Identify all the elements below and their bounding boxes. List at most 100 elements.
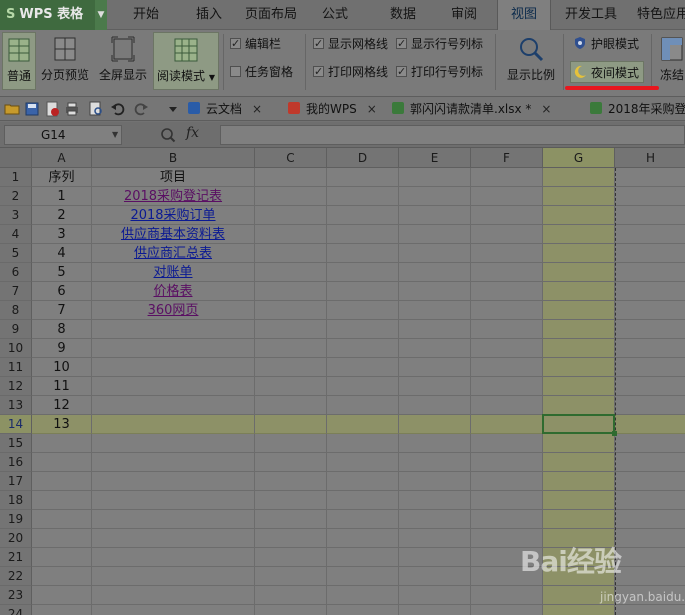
eye-care-button[interactable]: 护眼模式 [571, 33, 639, 55]
task-pane-checkbox[interactable]: 任务窗格 [230, 63, 293, 81]
row-header[interactable]: 21 [0, 548, 32, 567]
cell-D12[interactable] [327, 377, 399, 396]
cell-G19[interactable] [543, 510, 615, 529]
cell-C9[interactable] [255, 320, 327, 339]
app-menu-dropdown-icon[interactable]: ▼ [95, 0, 107, 30]
cell-A16[interactable] [32, 453, 92, 472]
document-tab[interactable]: 2018年采购登 [590, 97, 685, 121]
normal-view-button[interactable]: 普通 [2, 32, 36, 90]
cell-D2[interactable] [327, 187, 399, 206]
cell-H18[interactable] [615, 491, 685, 510]
cell-D24[interactable] [327, 605, 399, 615]
cell-B7[interactable]: 价格表 [92, 282, 255, 301]
save-icon[interactable] [24, 101, 40, 117]
cell-F14[interactable] [471, 415, 543, 434]
cell-H2[interactable] [615, 187, 685, 206]
cell-E12[interactable] [399, 377, 471, 396]
cell-E19[interactable] [399, 510, 471, 529]
cell-F13[interactable] [471, 396, 543, 415]
cell-H8[interactable] [615, 301, 685, 320]
cell-F7[interactable] [471, 282, 543, 301]
cell-H5[interactable] [615, 244, 685, 263]
cell-E11[interactable] [399, 358, 471, 377]
cell-F11[interactable] [471, 358, 543, 377]
cell-G6[interactable] [543, 263, 615, 282]
row-header[interactable]: 19 [0, 510, 32, 529]
cell-H6[interactable] [615, 263, 685, 282]
cell-A17[interactable] [32, 472, 92, 491]
cell-E20[interactable] [399, 529, 471, 548]
cell-E16[interactable] [399, 453, 471, 472]
cell-D14[interactable] [327, 415, 399, 434]
cell-B1[interactable]: 项目 [92, 168, 255, 187]
cell-E1[interactable] [399, 168, 471, 187]
cell-D22[interactable] [327, 567, 399, 586]
row-header[interactable]: 15 [0, 434, 32, 453]
cell-B20[interactable] [92, 529, 255, 548]
row-header[interactable]: 3 [0, 206, 32, 225]
cell-G5[interactable] [543, 244, 615, 263]
cell-G1[interactable] [543, 168, 615, 187]
cell-C1[interactable] [255, 168, 327, 187]
cell-B12[interactable] [92, 377, 255, 396]
cell-A1[interactable]: 序列 [32, 168, 92, 187]
menu-tab[interactable]: 视图 [497, 0, 551, 30]
cell-H17[interactable] [615, 472, 685, 491]
cell-E15[interactable] [399, 434, 471, 453]
cell-G2[interactable] [543, 187, 615, 206]
cell-C18[interactable] [255, 491, 327, 510]
cell-D23[interactable] [327, 586, 399, 605]
cell-A21[interactable] [32, 548, 92, 567]
cell-B16[interactable] [92, 453, 255, 472]
cell-F5[interactable] [471, 244, 543, 263]
cell-C12[interactable] [255, 377, 327, 396]
row-header[interactable]: 17 [0, 472, 32, 491]
name-box[interactable]: G14 [4, 125, 122, 145]
cell-H1[interactable] [615, 168, 685, 187]
row-header[interactable]: 2 [0, 187, 32, 206]
cell-G10[interactable] [543, 339, 615, 358]
cell-F3[interactable] [471, 206, 543, 225]
cell-E18[interactable] [399, 491, 471, 510]
document-tab[interactable]: 我的WPS × [288, 97, 377, 121]
close-tab-icon[interactable]: × [541, 102, 551, 116]
cell-A13[interactable]: 12 [32, 396, 92, 415]
cell-D1[interactable] [327, 168, 399, 187]
row-header[interactable]: 11 [0, 358, 32, 377]
cell-F6[interactable] [471, 263, 543, 282]
edit-bar-checkbox[interactable]: 编辑栏 [230, 35, 281, 53]
cell-B4[interactable]: 供应商基本资料表 [92, 225, 255, 244]
cell-B5[interactable]: 供应商汇总表 [92, 244, 255, 263]
cell-G12[interactable] [543, 377, 615, 396]
cell-D5[interactable] [327, 244, 399, 263]
cell-A2[interactable]: 1 [32, 187, 92, 206]
cell-C24[interactable] [255, 605, 327, 615]
cell-A5[interactable]: 4 [32, 244, 92, 263]
cell-B3[interactable]: 2018采购订单 [92, 206, 255, 225]
cell-H14[interactable] [615, 415, 685, 434]
cell-H10[interactable] [615, 339, 685, 358]
cell-A12[interactable]: 11 [32, 377, 92, 396]
close-tab-icon[interactable]: × [367, 102, 377, 116]
find-icon[interactable] [160, 127, 176, 143]
column-header[interactable]: F [471, 148, 543, 168]
cell-A3[interactable]: 2 [32, 206, 92, 225]
cell-H11[interactable] [615, 358, 685, 377]
cell-E22[interactable] [399, 567, 471, 586]
row-header[interactable]: 5 [0, 244, 32, 263]
cell-D16[interactable] [327, 453, 399, 472]
menu-tab[interactable]: 页面布局 [240, 0, 302, 30]
cell-G15[interactable] [543, 434, 615, 453]
cell-D13[interactable] [327, 396, 399, 415]
cell-H4[interactable] [615, 225, 685, 244]
cell-D6[interactable] [327, 263, 399, 282]
row-header[interactable]: 20 [0, 529, 32, 548]
cell-F17[interactable] [471, 472, 543, 491]
fill-handle[interactable] [612, 431, 617, 436]
cell-F2[interactable] [471, 187, 543, 206]
cell-A22[interactable] [32, 567, 92, 586]
cell-E23[interactable] [399, 586, 471, 605]
cell-H19[interactable] [615, 510, 685, 529]
column-header[interactable]: G [543, 148, 615, 168]
menu-tab[interactable]: 插入 [184, 0, 234, 30]
